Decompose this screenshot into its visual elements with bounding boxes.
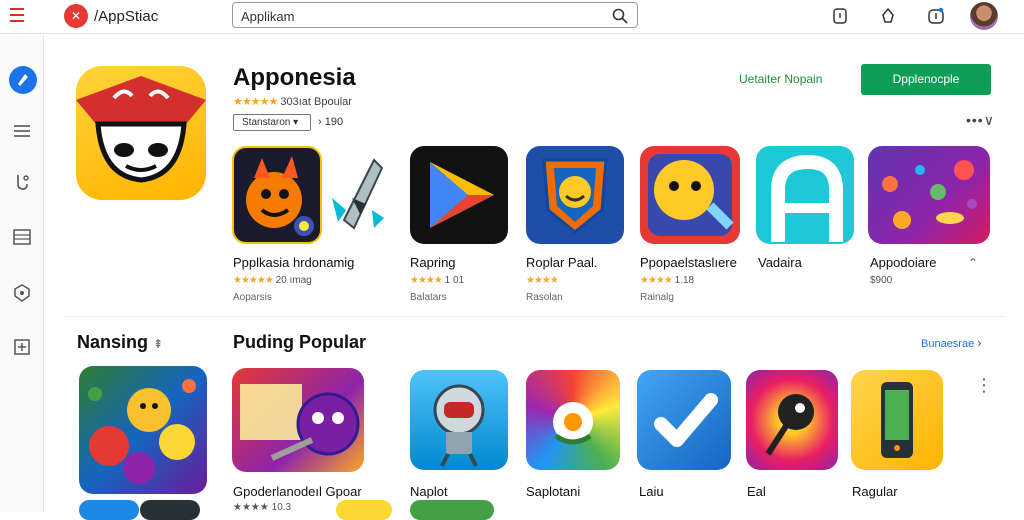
sort-dropdown[interactable]: Stanstaron ▾ (233, 114, 311, 131)
app-tile[interactable] (410, 500, 494, 520)
rocket-icon[interactable] (8, 65, 38, 95)
hero-rating: ★★★★★ 303ıat Bpoular (233, 95, 352, 108)
search-icon[interactable] (611, 7, 629, 25)
details-link[interactable]: Uetaiter Nopain (739, 72, 822, 86)
app-tile[interactable] (526, 146, 624, 244)
brand-name: /AppStiac (94, 8, 159, 25)
hero-app-icon[interactable] (76, 66, 206, 200)
app-name[interactable]: Vadaira (758, 255, 802, 270)
app-name[interactable]: Ppopaelstaslıere (640, 255, 737, 270)
rating-stars: ★★★★ (526, 275, 559, 286)
app-rating: ★★★★ 1.18 (640, 275, 694, 286)
app-name[interactable]: Ppplkasia hrdonamig (233, 255, 354, 270)
app-category: Aoparsis (233, 292, 272, 303)
games-icon[interactable] (12, 172, 32, 192)
more-options-icon[interactable]: •••∨ (966, 112, 995, 129)
app-tile[interactable] (637, 370, 731, 470)
grid-icon[interactable] (12, 227, 32, 247)
chevron-icon[interactable]: ⌃ (968, 256, 978, 270)
app-tile[interactable] (79, 366, 207, 494)
rating-text: 303ıat Bpoular (280, 96, 352, 108)
app-tile[interactable] (526, 370, 620, 470)
menu-icon[interactable] (10, 8, 28, 24)
see-more-link[interactable]: Bunaesrae › (921, 335, 982, 350)
app-tile[interactable] (746, 370, 838, 470)
notification-icon[interactable] (830, 6, 850, 26)
app-name[interactable]: Eal (747, 484, 766, 499)
see-more-text: Bunaesrae (921, 338, 975, 350)
add-icon[interactable] (12, 337, 32, 357)
list-icon[interactable] (12, 121, 32, 141)
rating-count: 20 ımag (275, 275, 312, 286)
section-title: Puding Popular (233, 332, 366, 352)
install-button[interactable]: Dpplenocple (861, 64, 991, 95)
section-divider (64, 316, 1004, 317)
app-tile[interactable] (232, 146, 322, 244)
app-price: $900 (870, 275, 893, 286)
app-name[interactable]: Rapring (410, 255, 456, 270)
section-title-text: Nansing (77, 332, 149, 352)
app-tile[interactable] (140, 500, 200, 520)
app-tile[interactable] (410, 146, 508, 244)
info-icon[interactable] (926, 6, 946, 26)
app-rating: ★★★★ (526, 275, 559, 286)
top-bar: ✕ /AppStiac (0, 0, 1024, 34)
app-name[interactable]: Ragular (852, 484, 898, 499)
app-rating: ★★★★★ 20 ımag (233, 275, 312, 286)
app-rating: ★★★★ 1 01 (410, 275, 464, 286)
app-tile[interactable] (756, 146, 854, 244)
app-tile[interactable] (410, 370, 508, 470)
chevron-right-icon: › (977, 335, 982, 350)
bell-icon[interactable] (878, 6, 898, 26)
avatar[interactable] (970, 2, 998, 30)
rating-count: 1 01 (444, 275, 465, 286)
app-name[interactable]: Saplotani (526, 484, 580, 499)
rating-count: 1.18 (674, 275, 695, 286)
app-tile[interactable] (640, 146, 740, 244)
app-category: Balatars (410, 292, 447, 303)
app-name[interactable]: Gpoderlanodeıl Gpoar (233, 484, 362, 499)
rating-stars: ★★★★★ (233, 96, 278, 108)
app-title: Apponesia (233, 64, 356, 91)
app-name[interactable]: Appodoiare (870, 255, 937, 270)
app-store-logo[interactable]: ✕ (64, 4, 88, 28)
rating-stars: ★★★★ (410, 275, 443, 286)
rocket-sticker-icon (332, 158, 384, 230)
search-box[interactable] (232, 2, 638, 28)
app-name[interactable]: Roplar Paal. (526, 255, 598, 270)
app-tile[interactable] (232, 368, 364, 472)
left-rail (0, 35, 44, 512)
app-category: Rainalg (640, 292, 674, 303)
section-badge: ⇞ (153, 337, 164, 351)
rating-stars: ★★★★ (640, 275, 673, 286)
app-tile[interactable] (851, 370, 943, 470)
search-input[interactable] (241, 7, 611, 25)
app-rating: ★★★★ 10.3 (233, 502, 292, 513)
section-title-left: Nansing ⇞ (77, 332, 163, 353)
app-category: Rasolan (526, 292, 563, 303)
app-tile[interactable] (79, 500, 139, 520)
app-name[interactable]: Naplot (410, 484, 448, 499)
review-count: › 190 (318, 116, 344, 128)
rating-stars: ★★★★★ (233, 275, 274, 286)
app-tile[interactable] (336, 500, 392, 520)
app-name[interactable]: Laiu (639, 484, 664, 499)
shield-icon[interactable] (12, 283, 32, 303)
app-tile[interactable] (868, 146, 990, 244)
more-vertical-icon[interactable]: ⋮ (975, 376, 995, 394)
